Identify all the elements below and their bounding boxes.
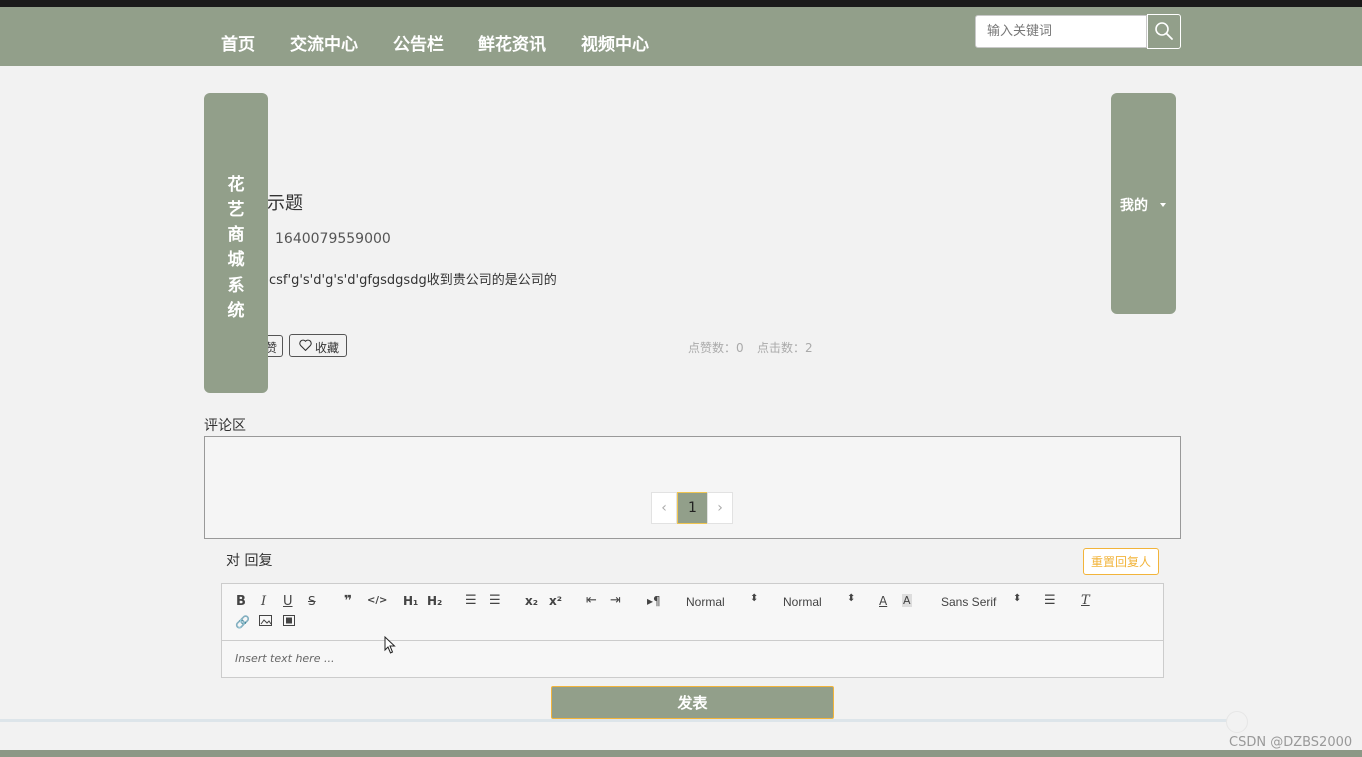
brand-char: 统	[227, 301, 245, 321]
mine-menu-button[interactable]: 我的	[1111, 93, 1176, 314]
heading2-icon[interactable]: H₂	[427, 594, 442, 608]
bold-icon[interactable]: B	[236, 594, 246, 609]
mouse-cursor-icon	[384, 636, 396, 654]
reset-reply-button[interactable]: 重置回复人	[1083, 548, 1159, 575]
bullet-list-icon[interactable]: ☰	[489, 593, 501, 608]
header-select[interactable]: Normal	[686, 595, 725, 609]
brand-char: 花	[227, 175, 245, 195]
search-button[interactable]	[1147, 14, 1181, 49]
ordered-list-icon[interactable]: ☰	[465, 593, 477, 608]
rich-text-editor: B I U S ❞ </> H₁ H₂ ☰ ☰ x₂ x² ⇤ ⇥ ▸¶ Nor…	[221, 583, 1164, 678]
caret-down-icon	[1160, 203, 1166, 207]
subscript-icon[interactable]: x₂	[525, 594, 538, 608]
blockquote-icon[interactable]: ❞	[344, 593, 352, 609]
post-title: 示题	[267, 193, 303, 214]
size-select[interactable]: Normal	[783, 595, 822, 609]
outdent-icon[interactable]: ⇤	[586, 593, 597, 608]
nav-item-video[interactable]: 视频中心	[581, 30, 649, 55]
search-input[interactable]	[975, 15, 1147, 48]
toolbar-divider	[222, 640, 1163, 641]
post-content: csf'g's'd'g's'd'gfgsdgsdg收到贵公司的是公司的	[269, 273, 557, 288]
clicks-count: 点击数：2	[757, 341, 813, 355]
watermark: CSDN @DZBS2000	[1229, 735, 1353, 750]
underline-icon[interactable]: U	[283, 594, 293, 609]
favorite-button[interactable]: 收藏	[289, 334, 347, 357]
brand-panel: 花 艺 商 城 系 统	[204, 93, 268, 393]
submit-comment-button[interactable]: 发表	[551, 686, 834, 719]
nav-item-forum[interactable]: 交流中心	[290, 30, 358, 55]
comment-section-title: 评论区	[204, 418, 246, 434]
background-color-icon[interactable]: A	[902, 594, 912, 607]
favorite-label: 收藏	[315, 341, 340, 355]
nav-item-notice[interactable]: 公告栏	[393, 30, 444, 55]
horizontal-scroll-handle[interactable]	[1226, 711, 1248, 733]
brand-char: 商	[227, 225, 245, 245]
superscript-icon[interactable]: x²	[549, 594, 562, 608]
video-icon[interactable]	[283, 615, 295, 630]
footer-bar	[0, 750, 1362, 757]
pagination-next-button[interactable]: ›	[707, 492, 733, 524]
brand-char: 艺	[227, 200, 245, 220]
strike-icon[interactable]: S	[308, 594, 316, 608]
mine-label: 我的	[1120, 198, 1148, 214]
size-select-arrows-icon[interactable]: ⬍	[847, 593, 855, 604]
nav-item-home[interactable]: 首页	[221, 30, 255, 55]
font-select[interactable]: Sans Serif	[941, 595, 996, 609]
reply-target-label: 对 回复	[226, 553, 273, 569]
likes-count: 点赞数：0	[688, 341, 744, 355]
code-icon[interactable]: </>	[367, 595, 387, 606]
text-direction-icon[interactable]: ▸¶	[647, 594, 661, 608]
horizontal-scroll-track[interactable]	[0, 719, 1235, 722]
indent-icon[interactable]: ⇥	[610, 593, 621, 608]
pagination-prev-button[interactable]: ‹	[651, 492, 677, 524]
italic-icon[interactable]: I	[261, 594, 266, 609]
brand-char: 城	[227, 250, 245, 270]
font-color-icon[interactable]: A	[879, 594, 887, 608]
brand-char: 系	[227, 276, 245, 296]
clear-format-icon[interactable]: T	[1081, 593, 1090, 608]
font-select-arrows-icon[interactable]: ⬍	[1013, 593, 1021, 604]
image-icon[interactable]	[259, 615, 272, 630]
heart-icon	[299, 339, 312, 351]
align-icon[interactable]: ☰	[1044, 593, 1056, 608]
video-icon-svg	[283, 615, 295, 626]
image-icon-svg	[259, 615, 272, 626]
editor-text-area[interactable]: Insert text here ...	[235, 652, 334, 665]
nav-item-news[interactable]: 鲜花资讯	[478, 30, 546, 55]
pagination-page-button[interactable]: 1	[677, 492, 708, 524]
link-icon[interactable]: 🔗	[235, 615, 250, 629]
header-select-arrows-icon[interactable]: ⬍	[750, 593, 758, 604]
post-time: 1640079559000	[275, 231, 391, 247]
heading1-icon[interactable]: H₁	[403, 594, 418, 608]
window-top-strip	[0, 0, 1362, 7]
search-icon	[1155, 22, 1173, 40]
